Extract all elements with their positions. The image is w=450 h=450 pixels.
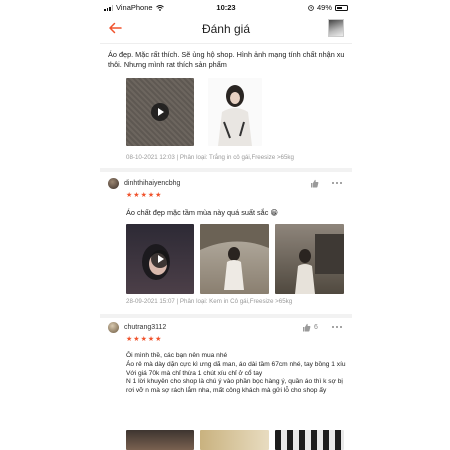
avatar[interactable]: [108, 322, 119, 333]
review-text: Ôi mình thề, các bạn nên mua nhé Áo rẻ m…: [126, 352, 346, 395]
review-video[interactable]: [126, 78, 194, 146]
review-video[interactable]: [126, 224, 194, 294]
star-icon: ★: [147, 192, 155, 199]
rating-stars: ★ ★ ★ ★ ★: [126, 192, 161, 200]
star-icon: ★: [140, 192, 147, 199]
review-text: Áo đẹp. Mặc rất thích. Sẽ ủng hộ shop. H…: [108, 50, 345, 69]
review-card: Áo đẹp. Mặc rất thích. Sẽ ủng hộ shop. H…: [100, 44, 352, 164]
star-icon: ★: [133, 192, 140, 199]
play-icon[interactable]: [151, 250, 169, 268]
thumbs-up-icon[interactable]: [310, 179, 319, 188]
star-icon: ★: [155, 336, 162, 343]
like-button[interactable]: 6: [302, 323, 318, 332]
review-text: Áo chất đẹp mặc tầm mùa này quá suất sắc…: [126, 208, 279, 217]
review-card: chutrang3112 6 ★ ★ ★ ★ ★ Ôi mình thề, các bạ…: [100, 318, 352, 450]
avatar[interactable]: [108, 178, 119, 189]
product-thumbnail[interactable]: [328, 19, 344, 37]
header-bar: Đánh giá: [100, 14, 352, 44]
alarm-icon: [308, 4, 314, 11]
review-meta: 08-10-2021 12:03 | Phân loại: Trắng in c…: [126, 154, 294, 161]
more-icon[interactable]: [332, 182, 344, 186]
star-icon: ★: [126, 336, 133, 343]
review-photo[interactable]: [275, 430, 344, 450]
phone-screen: VinaPhone 10:23 49% Đánh giá Áo đẹp. Mặc…: [100, 0, 352, 450]
review-photo[interactable]: [200, 224, 269, 294]
review-photo[interactable]: [208, 78, 262, 146]
star-icon: ★: [133, 336, 140, 343]
review-photo[interactable]: [126, 430, 194, 450]
thumbs-up-icon: [303, 323, 311, 332]
status-bar: VinaPhone 10:23 49%: [100, 0, 352, 14]
username[interactable]: dinhthihaiyencbhg: [124, 180, 180, 187]
battery-percent: 49%: [316, 3, 332, 12]
review-card: dinhthihaiyencbhg ★ ★ ★ ★ ★ Áo chất đẹp mặc …: [100, 172, 352, 312]
review-photo[interactable]: [275, 224, 344, 294]
review-meta: 28-09-2021 15:07 | Phân loại: Kem in Cô …: [126, 298, 293, 305]
like-count: 6: [314, 324, 318, 331]
star-icon: ★: [155, 192, 162, 199]
star-icon: ★: [126, 192, 133, 199]
more-icon[interactable]: [332, 326, 344, 330]
rating-stars: ★ ★ ★ ★ ★: [126, 336, 161, 344]
play-icon[interactable]: [151, 103, 169, 121]
page-title: Đánh giá: [201, 22, 251, 36]
username[interactable]: chutrang3112: [124, 324, 166, 331]
star-icon: ★: [140, 336, 147, 343]
review-photo[interactable]: [200, 430, 269, 450]
star-icon: ★: [147, 336, 155, 343]
battery-icon: [335, 4, 348, 11]
